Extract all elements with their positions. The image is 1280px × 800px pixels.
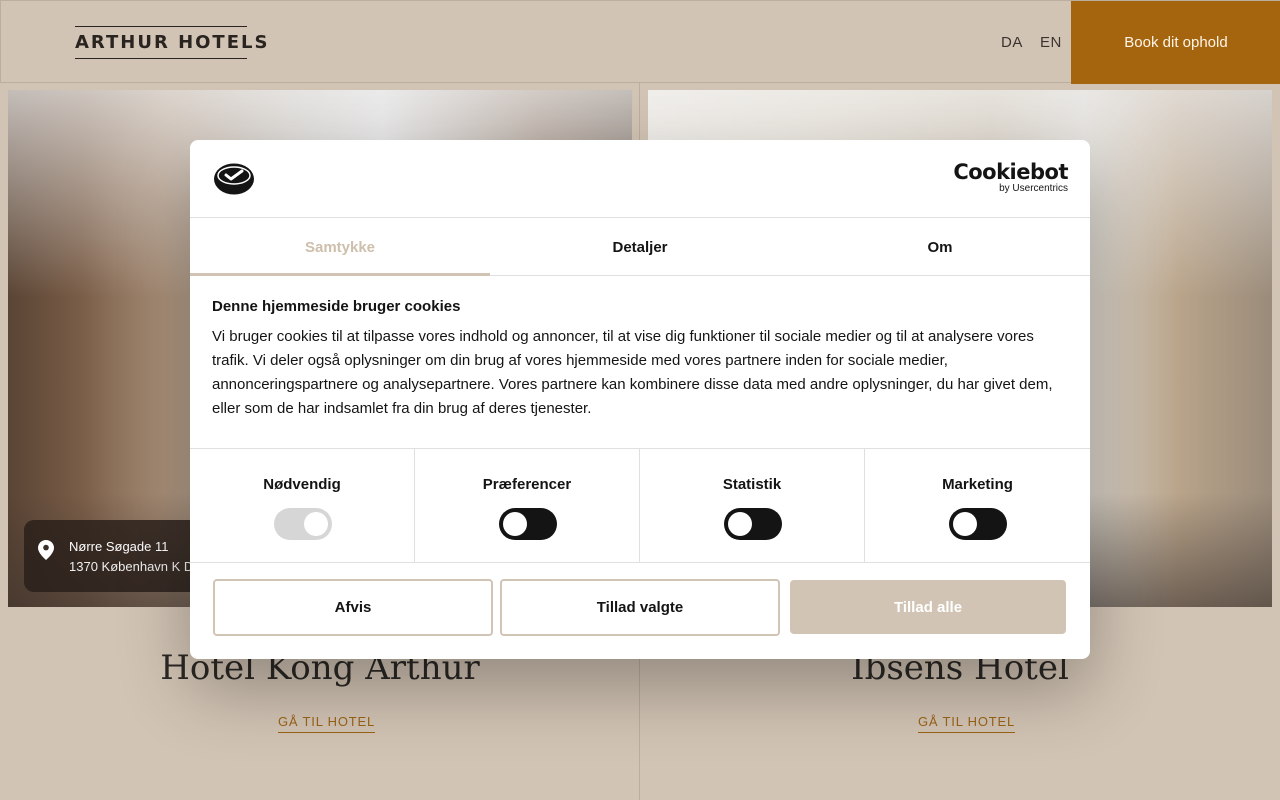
statistics-toggle[interactable]: [724, 508, 782, 540]
consent-title: Denne hjemmeside bruger cookies: [212, 298, 461, 315]
lang-da-link[interactable]: DA: [1001, 34, 1023, 51]
cookie-consent-dialog: Cookiebot by Usercentrics Samtykke Detal…: [190, 140, 1090, 659]
category-label: Statistik: [722, 476, 782, 493]
active-tab-indicator: [190, 273, 490, 276]
location-pin-icon: [38, 540, 54, 560]
consent-text: Vi bruger cookies til at tilpasse vores …: [212, 328, 1053, 417]
lang-en-link[interactable]: EN: [1040, 34, 1062, 51]
category-label: Præferencer: [482, 476, 572, 493]
logo[interactable]: ARTHUR HOTELS: [75, 26, 267, 59]
category-label: Nødvendig: [263, 476, 341, 493]
category-necessary: Nødvendig: [190, 449, 415, 563]
toggle-knob: [503, 512, 527, 536]
category-label: Marketing: [942, 476, 1013, 493]
allow-selected-button[interactable]: Tillad valgte: [500, 579, 780, 636]
consent-body: Denne hjemmeside bruger cookies Vi bruge…: [212, 298, 1068, 421]
goto-hotel-link-ibsens[interactable]: GÅ TIL HOTEL: [918, 714, 1016, 733]
cookiebot-subtitle: by Usercentrics: [999, 183, 1068, 194]
cookiebot-wordmark: Cookiebot: [953, 160, 1068, 184]
category-marketing: Marketing: [865, 449, 1090, 563]
toggle-knob: [728, 512, 752, 536]
marketing-toggle[interactable]: [949, 508, 1007, 540]
cookiebot-brand[interactable]: Cookiebot by Usercentrics: [953, 161, 1068, 194]
goto-hotel-link-kong-arthur[interactable]: GÅ TIL HOTEL: [278, 714, 376, 733]
tab-om[interactable]: Om: [790, 218, 1090, 276]
site-header: ARTHUR HOTELS DA EN Book dit ophold: [0, 0, 1280, 84]
toggle-knob: [953, 512, 977, 536]
toggle-knob: [304, 512, 328, 536]
tab-samtykke[interactable]: Samtykke: [190, 218, 490, 276]
cookie-categories: Nødvendig Præferencer Statistik Marketin…: [190, 448, 1090, 563]
dialog-header: Cookiebot by Usercentrics: [190, 140, 1090, 218]
category-statistics: Statistik: [640, 449, 865, 563]
cookiebot-logo-icon: [214, 163, 254, 195]
address-line1: Nørre Søgade 11: [69, 539, 169, 554]
dialog-tabs: Samtykke Detaljer Om: [190, 218, 1090, 276]
tab-detaljer[interactable]: Detaljer: [490, 218, 790, 276]
category-preferences: Præferencer: [415, 449, 640, 563]
allow-all-button[interactable]: Tillad alle: [790, 580, 1066, 634]
preferences-toggle[interactable]: [499, 508, 557, 540]
necessary-toggle: [274, 508, 332, 540]
book-stay-button[interactable]: Book dit ophold: [1071, 1, 1280, 84]
decline-button[interactable]: Afvis: [213, 579, 493, 636]
address-card: Nørre Søgade 11 1370 København K Da: [24, 520, 204, 592]
address-line2: 1370 København K Da: [69, 559, 201, 574]
